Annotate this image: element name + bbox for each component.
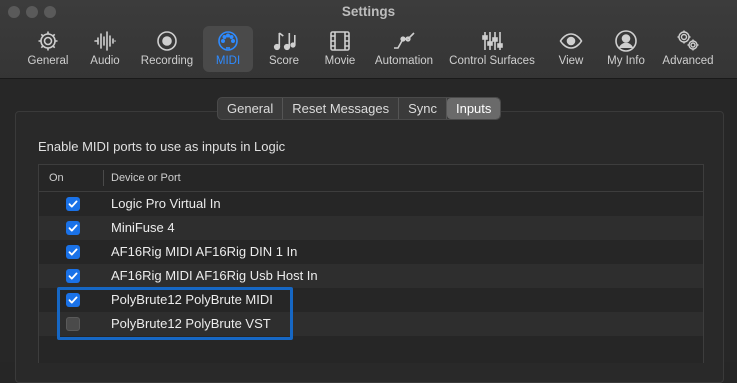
checkmark-icon [68,272,78,280]
record-icon [157,31,177,51]
midi-port-icon [218,31,238,51]
port-enabled-checkbox[interactable] [66,293,80,307]
table-row[interactable]: AF16Rig MIDI AF16Rig DIN 1 In [39,240,703,264]
toolbar-midi[interactable]: MIDI [203,26,253,72]
midi-tab-bar: General Reset Messages Sync Inputs [217,97,502,120]
table-header: On Device or Port [39,165,703,192]
gear-icon [38,31,58,51]
tab-reset-messages[interactable]: Reset Messages [283,98,400,119]
toolbar-audio[interactable]: Audio [84,26,126,72]
port-name: PolyBrute12 PolyBrute MIDI [111,292,273,307]
toolbar-view[interactable]: View [551,26,591,72]
tab-sync[interactable]: Sync [399,98,447,119]
toolbar-label: Recording [140,55,194,67]
toolbar-label: My Info [607,55,645,67]
checkmark-icon [68,248,78,256]
toolbar-advanced[interactable]: Advanced [659,26,717,72]
gears-icon [677,30,699,51]
tab-general[interactable]: General [218,98,284,119]
toolbar-label: Movie [324,55,356,67]
toolbar-label: Score [268,55,300,67]
faders-icon [482,32,503,50]
port-enabled-checkbox[interactable] [66,221,80,235]
port-name: AF16Rig MIDI AF16Rig Usb Host In [111,268,318,283]
column-header-on[interactable]: On [49,172,64,184]
toolbar-label: Automation [374,55,434,67]
toolbar-score[interactable]: Score [264,26,304,72]
checkmark-icon [68,200,78,208]
toolbar-recording[interactable]: Recording [136,26,198,72]
table-row[interactable]: AF16Rig MIDI AF16Rig Usb Host In [39,264,703,288]
automation-curve-icon [394,32,415,49]
toolbar-my-info[interactable]: My Info [603,26,649,72]
table-row[interactable]: PolyBrute12 PolyBrute MIDI [39,288,703,312]
settings-toolbar: General Audio Recording MIDI Score Movie… [0,26,737,76]
port-name: AF16Rig MIDI AF16Rig DIN 1 In [111,244,298,259]
window-title: Settings [341,4,396,19]
port-enabled-checkbox[interactable] [66,317,80,331]
midi-inputs-table: On Device or Port Logic Pro Virtual In Mi… [38,164,704,363]
toolbar-label: MIDI [215,55,241,67]
port-name: PolyBrute12 PolyBrute VST [111,316,271,331]
port-name: Logic Pro Virtual In [111,196,221,211]
port-enabled-checkbox[interactable] [66,269,80,283]
toolbar-movie[interactable]: Movie [320,26,360,72]
table-row[interactable]: Logic Pro Virtual In [39,192,703,216]
toolbar-automation[interactable]: Automation [370,26,438,72]
tab-inputs[interactable]: Inputs [446,98,501,119]
port-name: MiniFuse 4 [111,220,175,235]
toolbar-label: Control Surfaces [449,55,535,67]
column-header-device[interactable]: Device or Port [111,172,181,184]
table-row[interactable]: MiniFuse 4 [39,216,703,240]
checkmark-icon [68,224,78,232]
toolbar-label: Advanced [662,55,714,67]
toolbar-label: Audio [90,55,120,67]
inputs-instruction: Enable MIDI ports to use as inputs in Lo… [38,139,286,154]
film-icon [330,31,350,51]
window-titlebar: Settings General Audio Recording MIDI Sc… [0,0,737,79]
toolbar-label: View [558,55,584,67]
column-divider[interactable] [103,170,104,186]
toolbar-label: General [27,55,69,67]
checkmark-icon [68,296,78,304]
eye-icon [559,33,583,49]
toolbar-control-surfaces[interactable]: Control Surfaces [444,26,540,72]
person-icon [615,30,637,52]
music-notes-icon [273,32,296,51]
port-enabled-checkbox[interactable] [66,197,80,211]
table-row[interactable]: PolyBrute12 PolyBrute VST [39,312,703,336]
toolbar-general[interactable]: General [24,26,72,72]
waveform-icon [94,31,116,51]
port-enabled-checkbox[interactable] [66,245,80,259]
